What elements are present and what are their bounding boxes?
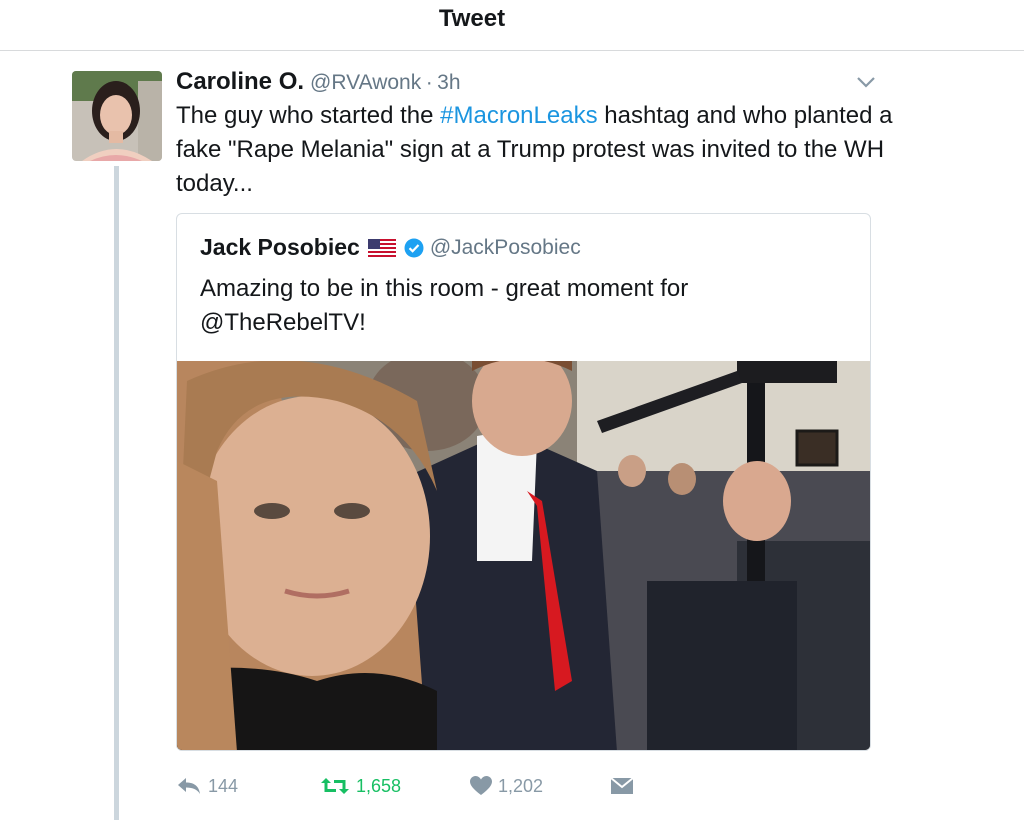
page-title: Tweet [438,5,506,32]
verified-badge-icon [404,238,424,257]
like-button[interactable]: 1,202 [470,772,543,800]
retweet-icon [321,778,349,794]
direct-message-icon [610,777,634,794]
tweet-text-before: The guy who started the [176,102,441,129]
quoted-author-name[interactable]: Jack Posobiec [200,234,360,261]
heart-icon [470,776,492,795]
reply-count: 144 [208,775,239,796]
author-handle[interactable]: @RVAwonk [310,71,421,94]
tweet-header: Caroline O. @RVAwonk · 3h [176,68,461,96]
reply-button[interactable]: 144 [176,772,238,800]
quoted-tweet-header: Jack Posobiec @JackPosobiec [200,234,581,261]
quoted-tweet-text: Amazing to be in this room - great momen… [200,275,689,336]
tweet-text: The guy who started the #MacronLeaks has… [176,99,896,201]
thread-line [114,166,119,820]
quoted-tweet-card[interactable]: Jack Posobiec @JackPosobiec Amazing to b… [176,213,871,751]
direct-message-button[interactable] [610,772,634,800]
top-bar: Tweet [0,0,1024,51]
separator: · [425,71,433,94]
reply-icon [178,778,200,794]
us-flag-icon [367,238,396,257]
quoted-tweet-photo[interactable] [177,361,870,750]
quoted-author-handle[interactable]: @JackPosobiec [430,236,581,260]
author-name[interactable]: Caroline O. [176,68,304,95]
avatar[interactable] [72,71,162,161]
hashtag-link[interactable]: #MacronLeaks [440,102,597,129]
chevron-down-icon[interactable] [855,74,877,90]
retweet-count: 1,658 [356,775,402,796]
timestamp[interactable]: 3h [437,71,460,94]
retweet-button[interactable]: 1,658 [320,772,401,800]
like-count: 1,202 [498,775,544,796]
